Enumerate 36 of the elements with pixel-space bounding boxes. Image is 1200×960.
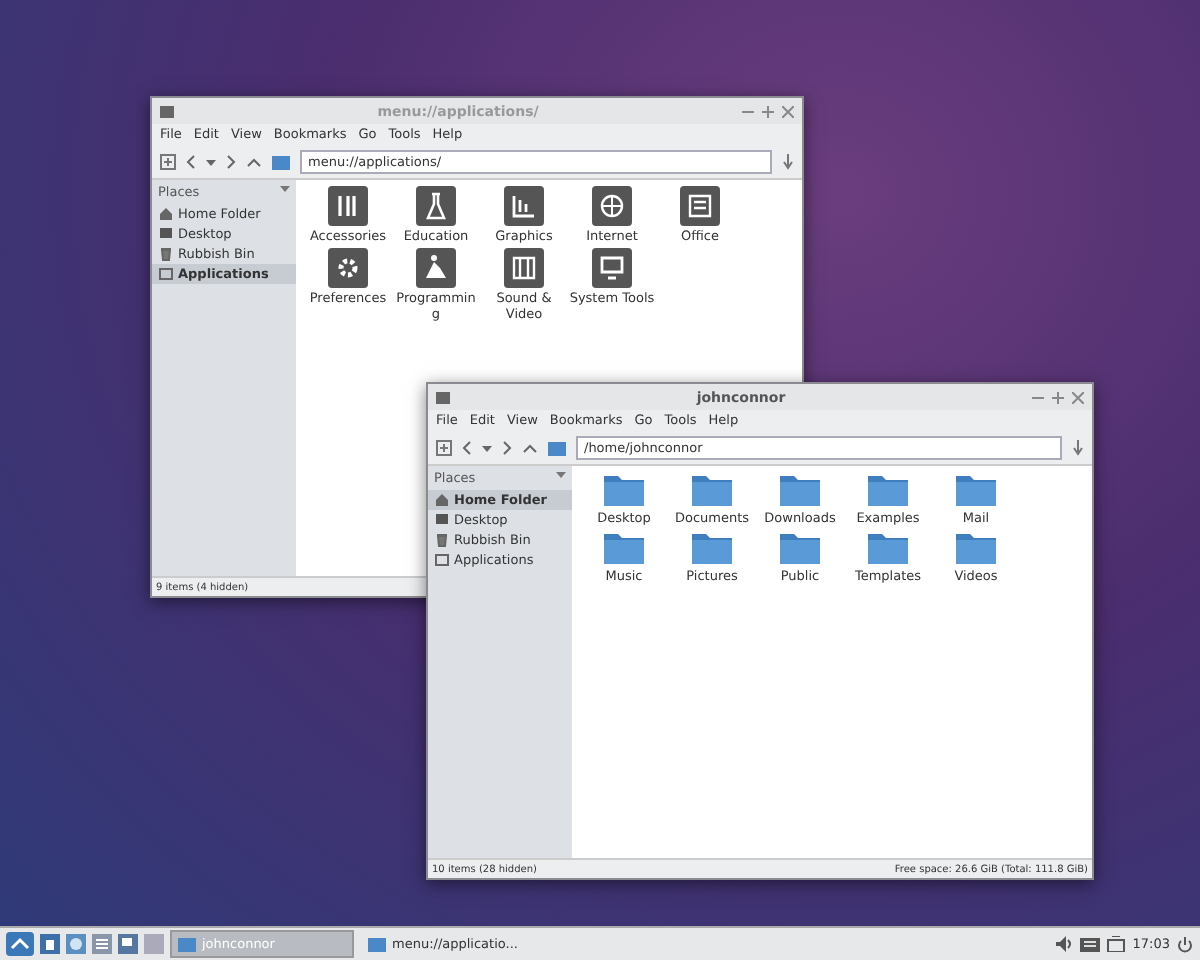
category-icon xyxy=(504,248,544,289)
category-icon xyxy=(592,186,632,226)
desktop-switch-icon[interactable] xyxy=(118,934,138,954)
go-icon[interactable] xyxy=(1072,440,1084,456)
desktop-icon xyxy=(158,226,174,242)
maximize-icon[interactable] xyxy=(1052,391,1064,403)
launcher-icon[interactable] xyxy=(92,934,112,954)
home-icon xyxy=(158,206,174,222)
category-icon xyxy=(416,248,456,289)
window-icon xyxy=(436,390,450,404)
category-icon xyxy=(328,248,368,289)
dropdown-icon[interactable] xyxy=(556,470,566,480)
volume-icon[interactable] xyxy=(1056,936,1075,952)
forward-icon[interactable] xyxy=(502,440,512,456)
up-icon[interactable] xyxy=(522,443,538,453)
category-icon xyxy=(416,186,456,226)
trash-icon xyxy=(158,246,174,262)
keyboard-icon[interactable] xyxy=(1080,937,1101,951)
launcher-icon[interactable] xyxy=(66,934,86,954)
back-icon[interactable] xyxy=(462,440,472,456)
trash-icon xyxy=(434,532,450,548)
launcher-icon[interactable] xyxy=(40,934,60,954)
desktop-icon xyxy=(434,512,450,528)
category-icon xyxy=(592,248,632,289)
category-icon xyxy=(328,186,368,226)
start-menu-icon[interactable] xyxy=(6,932,34,956)
minimize-icon[interactable] xyxy=(1032,391,1044,403)
dropdown-icon[interactable] xyxy=(482,443,492,453)
category-icon xyxy=(680,186,720,226)
close-icon[interactable] xyxy=(1072,391,1084,403)
new-tab-icon[interactable] xyxy=(436,440,452,456)
power-icon[interactable] xyxy=(1176,935,1194,953)
window-icon xyxy=(160,104,174,118)
dropdown-icon[interactable] xyxy=(280,184,290,194)
category-icon xyxy=(504,186,544,226)
home-icon xyxy=(434,492,450,508)
